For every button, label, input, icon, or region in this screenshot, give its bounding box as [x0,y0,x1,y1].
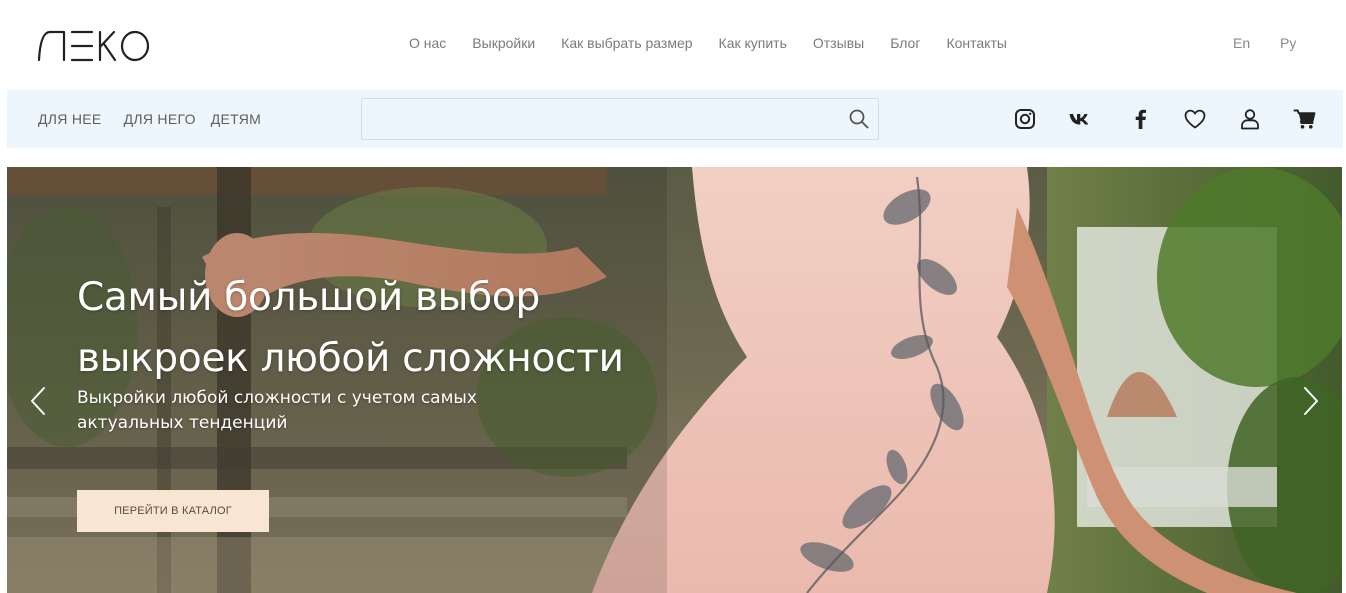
nav-item-patterns[interactable]: Выкройки [472,35,535,53]
category-men[interactable]: ДЛЯ НЕГО [124,111,196,127]
search-icon[interactable] [848,108,870,130]
nav-item-how-to-buy[interactable]: Как купить [719,35,787,53]
hero-subtitle: Выкройки любой сложности с учетом самых … [77,386,527,436]
cart-icon[interactable] [1293,107,1317,131]
hero-slider: Самый большой выбор выкроек любой сложно… [7,167,1342,593]
category-women[interactable]: ДЛЯ НЕЕ [38,111,102,127]
search-input[interactable] [362,99,832,139]
hero-title-line-1: Самый большой выбор [77,275,540,320]
top-header: О нас Выкройки Как выбрать размер Как ку… [0,0,1346,90]
nav-item-about[interactable]: О нас [409,35,446,53]
user-icon[interactable] [1238,107,1262,131]
chevron-left-icon[interactable] [27,386,49,416]
language-en-link[interactable]: En [1233,35,1250,51]
heart-icon[interactable] [1183,107,1207,131]
nav-item-reviews[interactable]: Отзывы [813,35,864,53]
search-box [361,98,879,140]
nav-item-contacts[interactable]: Контакты [946,35,1006,53]
go-to-catalog-button[interactable]: ПЕРЕЙТИ В КАТАЛОГ [77,490,269,532]
category-nav: ДЛЯ НЕЕ ДЛЯ НЕГО ДЕТЯМ [38,111,283,127]
category-search-bar: ДЛЯ НЕЕ ДЛЯ НЕГО ДЕТЯМ [7,90,1343,148]
nav-item-size-guide[interactable]: Как выбрать размер [561,35,692,53]
nav-item-blog[interactable]: Блог [890,35,920,53]
hero-subtitle-line-1: Выкройки любой сложности с учетом самых [77,388,477,408]
hero-title: Самый большой выбор выкроек любой сложно… [77,267,717,389]
main-nav: О нас Выкройки Как выбрать размер Как ку… [409,35,1007,53]
category-kids[interactable]: ДЕТЯМ [211,111,261,127]
vk-icon[interactable] [1068,107,1092,131]
language-ru-link[interactable]: Ру [1280,35,1296,51]
hero-subtitle-line-2: актуальных тенденций [77,413,288,433]
hero-title-line-2: выкроек любой сложности [77,336,624,381]
brand-logo[interactable] [38,28,150,62]
facebook-icon[interactable] [1129,107,1153,131]
instagram-icon[interactable] [1013,107,1037,131]
chevron-right-icon[interactable] [1300,386,1322,416]
